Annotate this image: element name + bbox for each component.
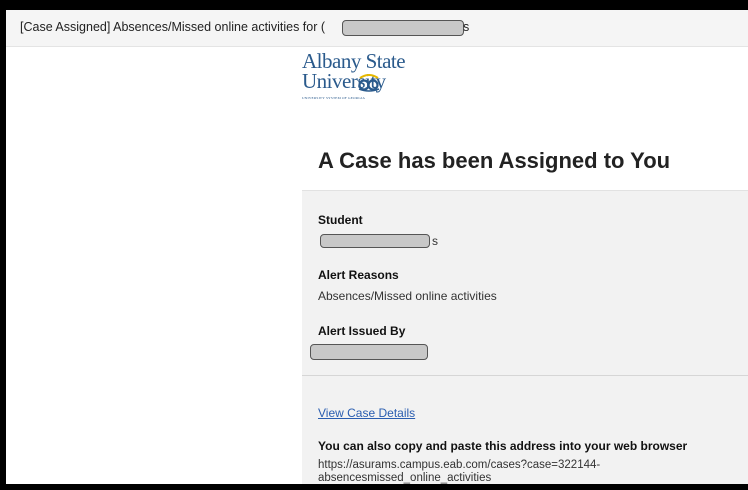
student-suffix: s [432,234,438,248]
redacted-student [320,234,430,248]
case-link-section: View Case Details You can also copy and … [302,376,748,484]
email-subject-bar: [Case Assigned] Absences/Missed online a… [6,10,748,47]
alert-reasons-label: Alert Reasons [318,268,399,282]
alert-issued-by-label: Alert Issued By [318,324,406,338]
logo-subline: UNIVERSITY SYSTEM OF GEORGIA [302,96,366,100]
page-title: A Case has been Assigned to You [318,148,671,173]
alert-reasons-value: Absences/Missed online activities [318,289,497,303]
email-subject-suffix: s [463,20,470,34]
case-details-card: Student s Alert Reasons Absences/Missed … [302,190,748,376]
view-case-details-link[interactable]: View Case Details [318,406,415,420]
logo-emblem-icon [358,74,380,92]
case-url-line1: https://asurams.campus.eab.com/cases?cas… [318,459,601,471]
case-url[interactable]: https://asurams.campus.eab.com/cases?cas… [318,459,718,484]
redacted-student-name [342,20,464,36]
copy-address-label: You can also copy and paste this address… [318,439,688,453]
case-url-line2: absencesmissed_online_activities [318,472,492,484]
university-logo: Albany State University UNIVERSITY SYSTE… [302,50,406,130]
email-subject[interactable]: [Case Assigned] Absences/Missed online a… [20,20,325,34]
redacted-issuer [310,344,428,360]
student-label: Student [318,213,363,227]
email-window: [Case Assigned] Absences/Missed online a… [0,0,748,490]
